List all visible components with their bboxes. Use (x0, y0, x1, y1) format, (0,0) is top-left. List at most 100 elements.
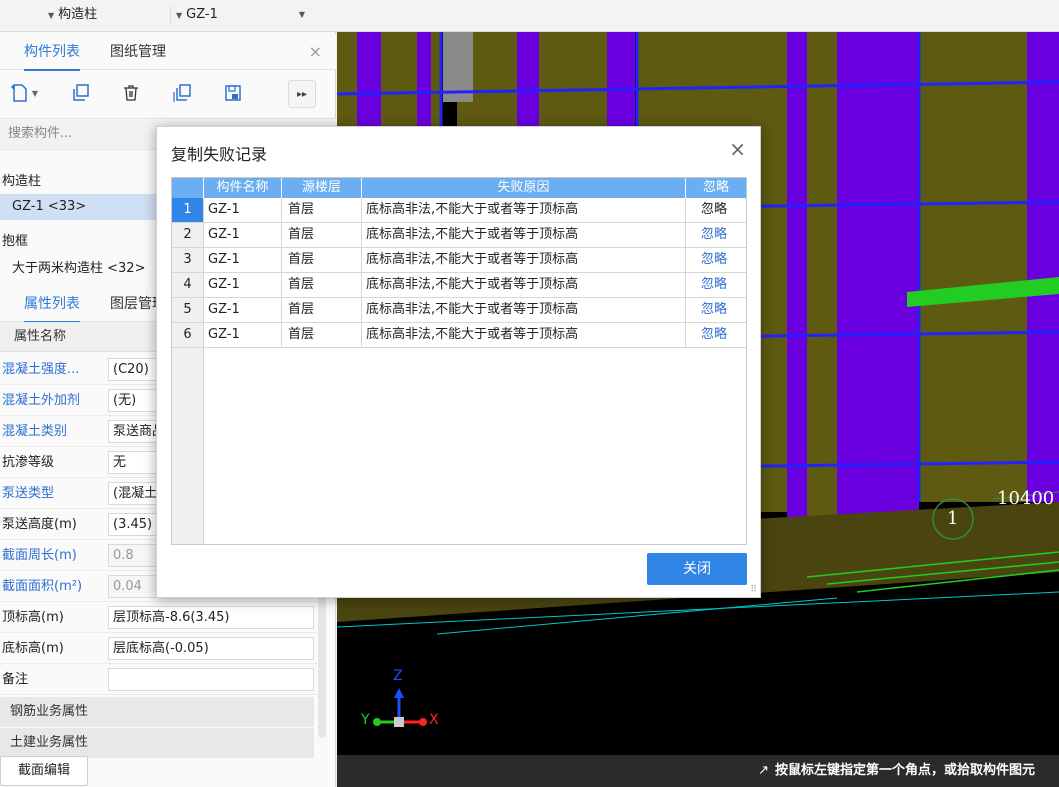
copy-failure-dialog: 复制失败记录 × 构件名称 源楼层 失败原因 忽略 1 GZ-1 首层 底标高非法,不… (156, 126, 761, 598)
component-name-select[interactable]: ▼ GZ-1 ▼ (170, 0, 311, 30)
new-component-button[interactable]: ▼ (4, 78, 44, 108)
dimension-label-10400: 10400 (997, 488, 1055, 509)
tree-group-frame[interactable]: 抱框 (2, 230, 28, 249)
cell-failure-reason: 底标高非法,不能大于或者等于顶标高 (362, 298, 686, 322)
cell-component-name: GZ-1 (204, 223, 282, 247)
table-row[interactable]: 6 GZ-1 首层 底标高非法,不能大于或者等于顶标高 忽略 (172, 323, 746, 348)
table-row[interactable]: 2 GZ-1 首层 底标高非法,不能大于或者等于顶标高 忽略 (172, 223, 746, 248)
cell-failure-reason: 底标高非法,不能大于或者等于顶标高 (362, 198, 686, 222)
table-row[interactable]: 5 GZ-1 首层 底标高非法,不能大于或者等于顶标高 忽略 (172, 298, 746, 323)
property-value-field[interactable]: 层顶标高-8.6(3.45) (108, 606, 314, 629)
table-header: 构件名称 源楼层 失败原因 忽略 (172, 178, 746, 198)
cell-source-floor: 首层 (282, 273, 362, 297)
status-text: 按鼠标左键指定第一个角点，或拾取构件图元 (774, 763, 1035, 778)
chevron-down-icon: ▼ (176, 11, 183, 20)
close-button[interactable]: 关闭 (647, 553, 747, 585)
property-name: 泵送类型 (2, 486, 55, 501)
component-type-select[interactable]: ▼ 构造柱 (48, 0, 97, 30)
ignore-link[interactable]: 忽略 (686, 223, 742, 247)
ignore-link[interactable]: 忽略 (686, 323, 742, 347)
trash-icon (124, 85, 138, 101)
cell-source-floor: 首层 (282, 323, 362, 347)
column-header-reason: 失败原因 (362, 178, 686, 198)
property-name: 底标高(m) (2, 641, 64, 656)
property-name: 混凝土外加剂 (2, 393, 81, 408)
component-toolbar: ▼ ▸▸ (0, 72, 336, 116)
copy-icon (73, 84, 89, 101)
top-toolbar: ▼ 构造柱 ▼ GZ-1 ▼ (0, 0, 1059, 32)
new-file-icon (10, 84, 27, 102)
dropdown-arrow-icon[interactable]: ▼ (299, 0, 305, 30)
property-row: 备注 (0, 664, 320, 695)
chevron-down-icon: ▼ (31, 88, 39, 98)
property-name: 备注 (2, 672, 29, 687)
cell-source-floor: 首层 (282, 298, 362, 322)
cell-failure-reason: 底标高非法,不能大于或者等于顶标高 (362, 248, 686, 272)
table-row[interactable]: 1 GZ-1 首层 底标高非法,不能大于或者等于顶标高 忽略 (172, 198, 746, 223)
cell-source-floor: 首层 (282, 223, 362, 247)
property-row: 底标高(m) 层底标高(-0.05) (0, 633, 320, 664)
property-name: 截面面积(m²) (2, 579, 83, 594)
row-number: 6 (172, 323, 204, 347)
divider (170, 6, 171, 24)
save-button[interactable] (218, 78, 248, 108)
dialog-title: 复制失败记录 (171, 145, 268, 164)
property-row: 顶标高(m) 层顶标高-8.6(3.45) (0, 602, 320, 633)
component-name-value: GZ-1 (186, 7, 218, 22)
chevron-down-icon: ▼ (48, 11, 55, 20)
row-number: 5 (172, 298, 204, 322)
row-number: 1 (172, 198, 204, 222)
cell-component-name: GZ-1 (204, 248, 282, 272)
property-name: 抗渗等级 (2, 455, 55, 470)
header-corner (172, 178, 204, 198)
table-row[interactable]: 4 GZ-1 首层 底标高非法,不能大于或者等于顶标高 忽略 (172, 273, 746, 298)
property-name: 混凝土强度... (2, 362, 80, 377)
resize-grip-icon[interactable]: ⠿ (750, 585, 757, 595)
tree-group-constructional-column[interactable]: 构造柱 (2, 170, 41, 189)
axis-z-label: Z (393, 668, 403, 684)
cell-component-name: GZ-1 (204, 198, 282, 222)
property-name: 泵送高度(m) (2, 517, 77, 532)
property-value-field[interactable]: 层底标高(-0.05) (108, 637, 314, 660)
tab-drawing-management[interactable]: 图纸管理 (110, 34, 166, 70)
cell-component-name: GZ-1 (204, 323, 282, 347)
cell-component-name: GZ-1 (204, 273, 282, 297)
save-icon (225, 85, 241, 101)
row-number: 2 (172, 223, 204, 247)
section-edit-button[interactable]: 截面编辑 (0, 756, 88, 786)
copy-to-floor-button[interactable] (168, 78, 198, 108)
cell-failure-reason: 底标高非法,不能大于或者等于顶标高 (362, 223, 686, 247)
status-bar: ↗ 按鼠标左键指定第一个角点，或拾取构件图元 (337, 755, 1059, 787)
cell-component-name: GZ-1 (204, 298, 282, 322)
column-header-name: 构件名称 (204, 178, 282, 198)
tab-property-list[interactable]: 属性列表 (24, 286, 80, 323)
ignore-link[interactable]: 忽略 (686, 298, 742, 322)
component-type-value: 构造柱 (58, 7, 98, 22)
tab-component-list[interactable]: 构件列表 (24, 34, 80, 71)
cell-source-floor: 首层 (282, 248, 362, 272)
ignore-link[interactable]: 忽略 (686, 198, 742, 222)
close-icon[interactable]: × (309, 34, 322, 70)
cell-failure-reason: 底标高非法,不能大于或者等于顶标高 (362, 323, 686, 347)
civil-properties-group[interactable]: 土建业务属性 (0, 728, 314, 758)
cell-source-floor: 首层 (282, 198, 362, 222)
copy-button[interactable] (66, 78, 96, 108)
property-name: 顶标高(m) (2, 610, 64, 625)
property-name: 混凝土类别 (2, 424, 68, 439)
delete-button[interactable] (116, 78, 146, 108)
close-icon[interactable]: × (729, 137, 746, 161)
more-tools-button[interactable]: ▸▸ (288, 80, 316, 108)
corner-select-icon: ↗ (758, 763, 769, 778)
ignore-link[interactable]: 忽略 (686, 248, 742, 272)
table-row[interactable]: 3 GZ-1 首层 底标高非法,不能大于或者等于顶标高 忽略 (172, 248, 746, 273)
column-header-ignore: 忽略 (702, 180, 729, 195)
failure-table: 构件名称 源楼层 失败原因 忽略 1 GZ-1 首层 底标高非法,不能大于或者等于顶标… (171, 177, 747, 545)
property-value-field[interactable] (108, 668, 314, 691)
component-tabs: 构件列表 图纸管理 × (0, 34, 336, 71)
property-name: 截面周长(m) (2, 548, 77, 563)
axis-y-label: Y (361, 712, 370, 728)
ignore-link[interactable]: 忽略 (686, 273, 742, 297)
axis-marker-label: 1 (947, 508, 959, 529)
rebar-properties-group[interactable]: 钢筋业务属性 (0, 697, 314, 727)
axis-x-label: X (429, 712, 439, 728)
